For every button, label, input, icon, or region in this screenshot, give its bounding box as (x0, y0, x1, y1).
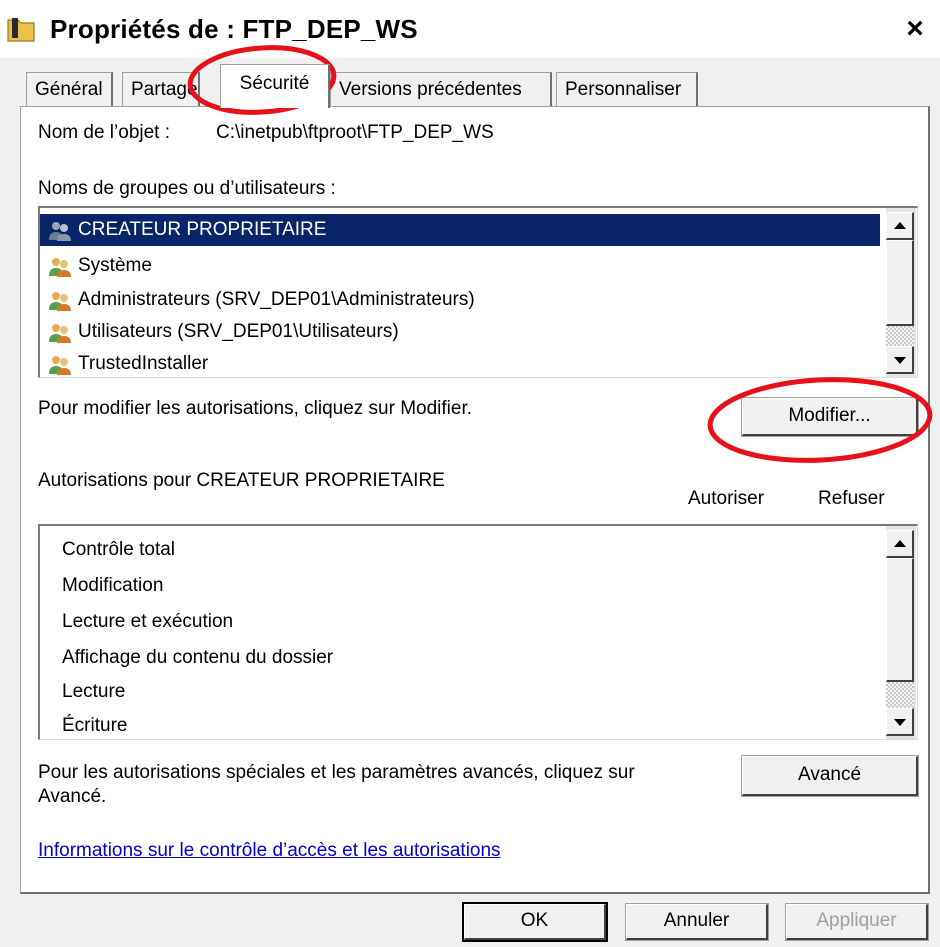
tab-personnaliser[interactable]: Personnaliser (556, 72, 698, 106)
groups-label: Noms de groupes ou d’utilisateurs : (38, 178, 336, 199)
permission-item-modification: Modification (62, 575, 164, 596)
groups-scrollbar[interactable] (886, 208, 916, 377)
list-item-label: Système (78, 255, 152, 276)
tab-versions-precedentes[interactable]: Versions précédentes (330, 72, 552, 106)
users-icon (49, 222, 71, 241)
permissions-listbox[interactable]: Contrôle total Modification Lecture et e… (38, 524, 918, 740)
scroll-down-button[interactable] (886, 346, 914, 374)
advanced-hint-line2: Avancé. (38, 786, 107, 807)
permission-item-ecriture: Écriture (62, 715, 128, 736)
modify-button[interactable]: Modifier... (741, 397, 919, 437)
object-path: C:\inetpub\ftproot\FTP_DEP_WS (216, 122, 494, 143)
scroll-thumb[interactable] (886, 240, 914, 326)
object-name-label: Nom de l’objet : (38, 122, 171, 143)
scroll-track[interactable] (886, 326, 914, 346)
allow-column-header: Autoriser (688, 488, 765, 509)
tab-general[interactable]: Général (26, 72, 113, 106)
folder-icon (7, 18, 35, 42)
list-item-label: TrustedInstaller (78, 353, 209, 374)
advanced-hint-line1: Pour les autorisations spéciales et les … (38, 762, 635, 783)
advanced-button[interactable]: Avancé (741, 755, 919, 797)
modify-hint: Pour modifier les autorisations, cliquez… (38, 398, 473, 419)
ok-button[interactable]: OK (462, 902, 608, 942)
arrow-down-icon (894, 719, 906, 726)
arrow-up-icon (894, 222, 906, 229)
permission-item-controle-total: Contrôle total (62, 539, 176, 560)
close-button[interactable]: × (900, 14, 930, 44)
tab-securite[interactable]: Sécurité (220, 64, 330, 108)
scroll-down-button[interactable] (886, 708, 914, 736)
scroll-thumb[interactable] (886, 558, 914, 682)
users-icon (49, 356, 71, 375)
scroll-up-button[interactable] (886, 530, 914, 558)
window-title: Propriétés de : FTP_DEP_WS (50, 14, 418, 44)
apply-button[interactable]: Appliquer (785, 903, 929, 941)
group-item-createur-proprietaire[interactable]: CREATEUR PROPRIETAIRE (40, 214, 880, 246)
permission-item-affichage-contenu: Affichage du contenu du dossier (62, 647, 334, 668)
scroll-track[interactable] (886, 682, 914, 708)
scroll-up-button[interactable] (886, 212, 914, 240)
permissions-label: Autorisations pour CREATEUR PROPRIETAIRE (38, 470, 445, 491)
permissions-scrollbar[interactable] (886, 526, 916, 739)
deny-column-header: Refuser (818, 488, 885, 509)
groups-listbox[interactable]: CREATEUR PROPRIETAIRE Système Administra… (38, 206, 918, 378)
permission-item-lecture: Lecture (62, 681, 126, 702)
users-icon (49, 324, 71, 343)
arrow-down-icon (894, 357, 906, 364)
permission-item-lecture-execution: Lecture et exécution (62, 611, 234, 632)
users-icon (49, 292, 71, 311)
access-control-help-link[interactable]: Informations sur le contrôle d’accès et … (38, 840, 501, 862)
list-item-label: Utilisateurs (SRV_DEP01\Utilisateurs) (78, 321, 399, 342)
users-icon (49, 258, 71, 277)
list-item-label: CREATEUR PROPRIETAIRE (78, 219, 327, 240)
cancel-button[interactable]: Annuler (625, 903, 769, 941)
tab-partage[interactable]: Partage (122, 72, 200, 106)
arrow-up-icon (894, 540, 906, 547)
list-item-label: Administrateurs (SRV_DEP01\Administrateu… (78, 289, 475, 310)
